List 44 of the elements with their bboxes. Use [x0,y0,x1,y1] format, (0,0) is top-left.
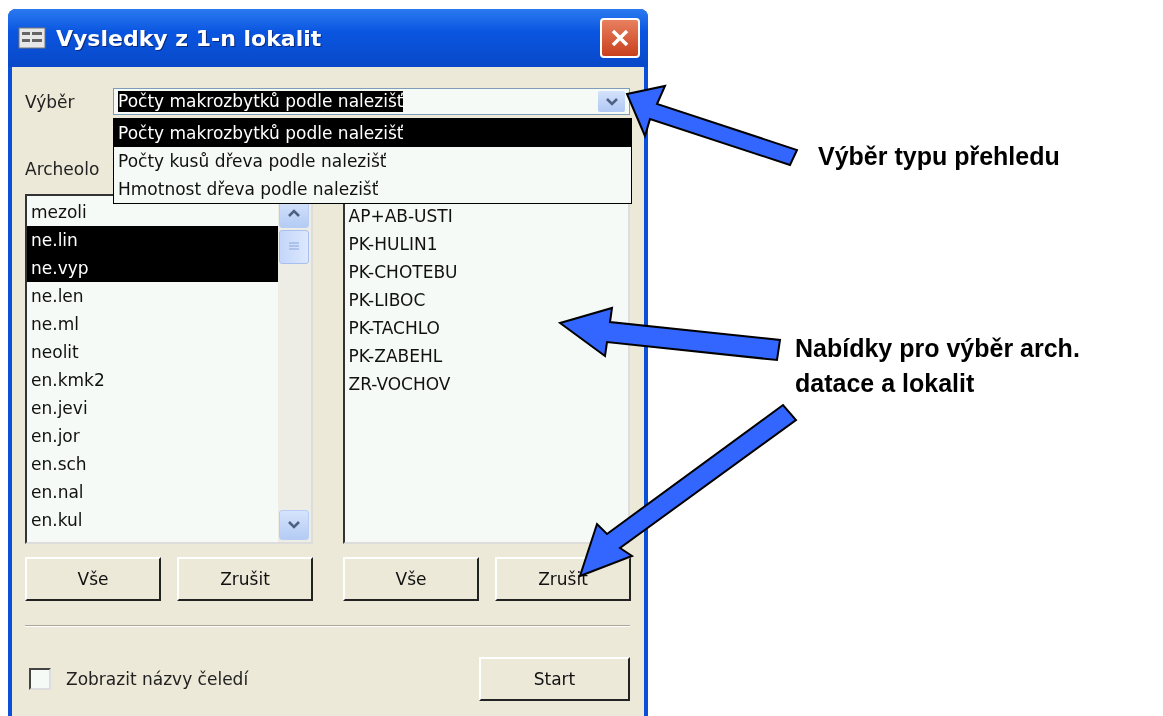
start-button[interactable]: Start [479,657,630,701]
list-item[interactable]: en.sch [27,450,278,478]
grip-icon [288,242,300,252]
list-item[interactable]: en.kul [27,506,278,534]
list-item[interactable]: PK-HULIN1 [344,230,442,258]
scrollbar-thumb[interactable] [279,230,309,264]
list-button[interactable]: Vše [343,557,479,601]
list-item[interactable]: PK-CHOTEBU [344,258,462,286]
chevron-down-icon [604,96,619,107]
dropdown-option[interactable]: Počty makrozbytků podle nalezišť [114,119,631,147]
list-button[interactable]: Vše [25,557,161,601]
close-icon [610,28,630,48]
list-item[interactable]: PK-ZABEHL [344,342,447,370]
dropdown-option[interactable]: Hmotnost dřeva podle nalezišť [114,175,631,203]
list-item[interactable]: PK-LIBOC [344,286,430,314]
dropdown-option[interactable]: Počty kusů dřeva podle nalezišť [114,147,631,175]
list-item[interactable]: en.kmk2 [27,366,278,394]
list-button[interactable]: Zrušit [177,557,313,601]
list-item[interactable]: en.jor [27,422,278,450]
list-item[interactable]: ne.vyp [27,254,278,282]
chevron-down-icon [287,520,301,530]
dropdown-value: Počty makrozbytků podle nalezišť [118,91,404,112]
list-item[interactable]: ZR-VOCHOV [344,370,455,398]
list-label: Archeolo [25,159,100,181]
list-item[interactable]: AP+AB-USTI [344,202,457,230]
list-item[interactable]: en.nal [27,478,278,506]
dropdown-button[interactable] [598,91,625,112]
list-item[interactable]: ne.ml [27,310,278,338]
annotation-text: Nabídky pro výběr arch. datace a lokalit [795,333,1081,399]
annotation-text: Výběr typu přehledu [818,141,1060,172]
close-button[interactable] [600,18,640,58]
list-item[interactable]: neolit [27,338,278,366]
form-icon [18,27,46,49]
chevron-up-icon [287,208,301,218]
checkbox-label: Zobrazit názvy čeledí [66,669,249,689]
checkbox[interactable] [29,668,51,690]
list-item[interactable]: PK-TACHLO [344,314,444,342]
field-label: Výběr [25,91,76,112]
scroll-down-button[interactable] [279,510,309,540]
list-item[interactable]: ne.len [27,282,278,310]
list-item[interactable]: ne.lin [27,226,278,254]
window-title: Vysledky z 1-n lokalit [56,25,323,51]
list-button[interactable]: Zrušit [495,557,631,601]
list-item[interactable]: en.jevi [27,394,278,422]
